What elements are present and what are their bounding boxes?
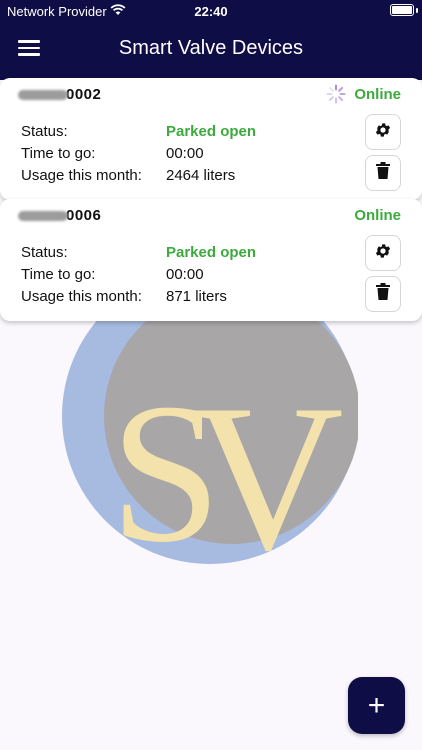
- battery-tip: [416, 8, 418, 13]
- device-card[interactable]: 0002 Online Status: Parked open Time to …: [0, 78, 422, 200]
- device-id-suffix: 0006: [66, 207, 102, 224]
- settings-button[interactable]: [365, 114, 401, 150]
- online-status: Online: [354, 207, 401, 224]
- status-label: Status:: [21, 244, 68, 261]
- online-status: Online: [354, 86, 401, 103]
- time-to-go-label: Time to go:: [21, 145, 96, 162]
- redacted-id-prefix: [18, 90, 68, 101]
- usage-value: 871 liters: [166, 288, 227, 305]
- trash-icon: [376, 162, 390, 184]
- plus-icon: +: [367, 688, 386, 722]
- time-to-go-value: 00:00: [166, 266, 204, 283]
- add-device-button[interactable]: +: [348, 677, 405, 734]
- trash-icon: [376, 283, 390, 305]
- battery-icon: [390, 4, 414, 16]
- status-bar: Network Provider 22:40: [0, 0, 422, 22]
- loading-spinner-icon: [326, 84, 346, 104]
- redacted-id-prefix: [18, 211, 68, 222]
- status-value: Parked open: [166, 244, 257, 261]
- delete-button[interactable]: [365, 155, 401, 191]
- status-label: Status:: [21, 123, 68, 140]
- status-clock: 22:40: [194, 4, 228, 19]
- device-id: 0006: [18, 207, 101, 224]
- usage-label: Usage this month:: [21, 288, 142, 305]
- gear-icon: [374, 242, 392, 265]
- usage-value: 2464 liters: [166, 167, 236, 184]
- device-id: 0002: [18, 86, 101, 103]
- delete-button[interactable]: [365, 276, 401, 312]
- usage-label: Usage this month:: [21, 167, 142, 184]
- app-header: Network Provider 22:40 Smart Valve Devic…: [0, 0, 422, 80]
- time-to-go-label: Time to go:: [21, 266, 96, 283]
- logo-letter-v: V: [192, 362, 344, 564]
- sv-logo: S V: [62, 268, 360, 594]
- gear-icon: [374, 121, 392, 144]
- page-title: Smart Valve Devices: [118, 37, 304, 59]
- status-value: Parked open: [166, 123, 257, 140]
- device-id-suffix: 0002: [66, 86, 102, 103]
- device-card[interactable]: 0006 Online Status: Parked open Time to …: [0, 199, 422, 321]
- time-to-go-value: 00:00: [166, 145, 204, 162]
- settings-button[interactable]: [365, 235, 401, 271]
